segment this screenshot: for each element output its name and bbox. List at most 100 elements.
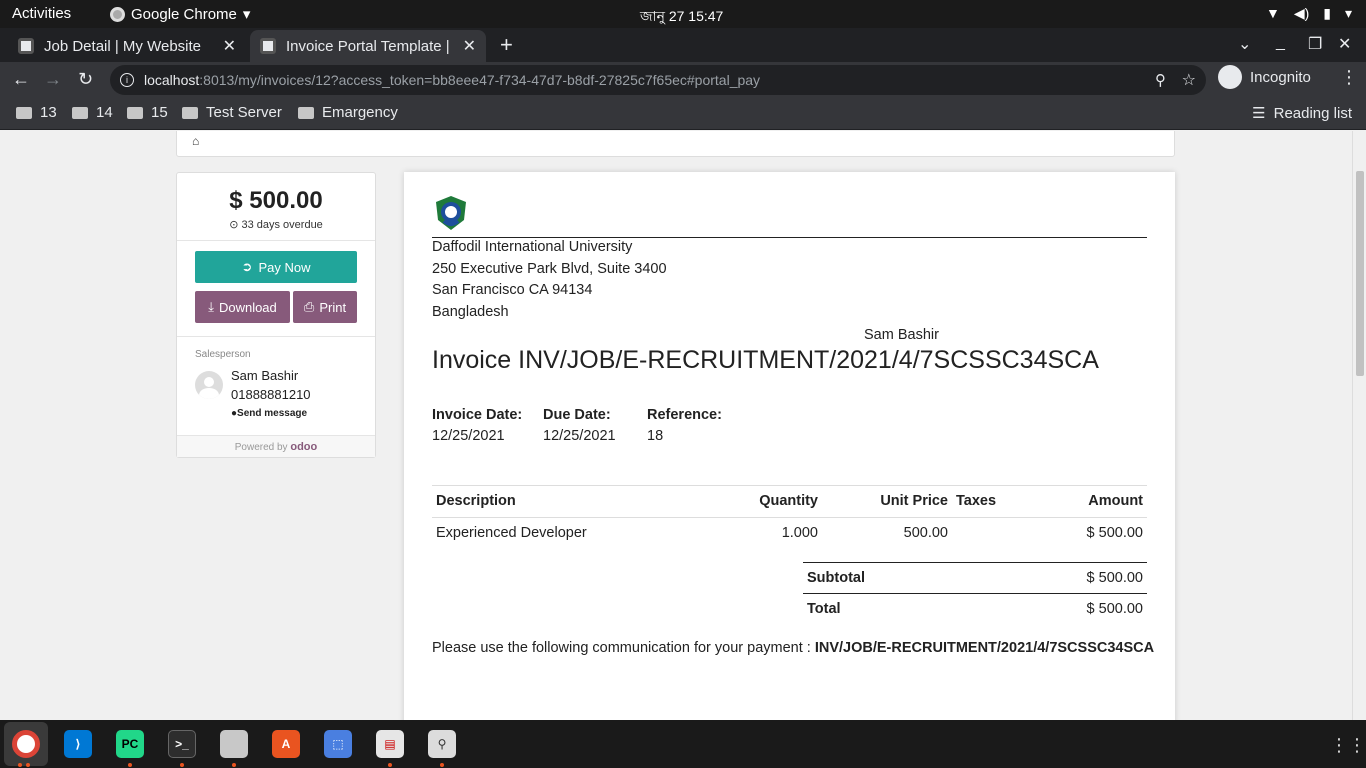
powered-by-footer: Powered by odoo <box>177 435 375 457</box>
customer-name: Sam Bashir <box>864 327 939 343</box>
bookmarks-bar: 13 14 15 Test Server Emargency ☰ Reading… <box>0 98 1366 130</box>
send-message-link[interactable]: ●Send message <box>231 408 307 419</box>
chrome-menu-icon[interactable]: ⋮ <box>1340 67 1358 88</box>
print-button[interactable]: ⎙ Print <box>293 291 357 323</box>
avatar <box>195 371 223 399</box>
taskbar-dock: ⟩ PC >_ A ⬚ ▤ ⚲ <box>0 720 1366 768</box>
activities-button[interactable]: Activities <box>12 5 71 22</box>
reading-list-button[interactable]: ☰ Reading list <box>1252 104 1352 123</box>
clock-icon: ⊙ <box>229 219 239 231</box>
invoice-sidebar: $ 500.00 ⊙ 33 days overdue ➲ Pay Now ⤓ D… <box>176 172 376 458</box>
odoo-logo[interactable]: odoo <box>290 441 317 453</box>
pycharm-icon[interactable]: PC <box>116 730 144 758</box>
address-bar[interactable]: i localhost :8013/my/invoices/12?access_… <box>110 65 1206 95</box>
bookmark-folder[interactable]: Test Server <box>182 104 282 121</box>
tab-invoice-portal[interactable]: Invoice Portal Template | ✕ <box>250 30 486 62</box>
salesperson-name: Sam Bashir <box>231 368 299 383</box>
column-header-taxes: Taxes <box>952 485 1032 518</box>
app-menu[interactable]: Google Chrome ▾ <box>110 5 250 23</box>
volume-icon: ◀) <box>1293 5 1310 21</box>
total-label: Total <box>803 593 978 625</box>
show-applications-icon[interactable]: ⋮⋮⋮ <box>1330 735 1366 756</box>
folder-icon <box>298 106 314 119</box>
tab-title: Invoice Portal Template | <box>286 37 450 55</box>
tab-strip: Job Detail | My Website ✕ Invoice Portal… <box>0 28 1366 62</box>
chrome-icon[interactable] <box>12 730 40 758</box>
reload-button[interactable]: ↻ <box>78 69 93 90</box>
reading-list-icon: ☰ <box>1252 105 1266 122</box>
image-viewer-icon[interactable]: ⚲ <box>428 730 456 758</box>
tab-job-detail[interactable]: Job Detail | My Website ✕ <box>8 30 246 62</box>
incognito-indicator[interactable]: Incognito <box>1218 65 1311 89</box>
forward-button[interactable]: → <box>44 69 62 90</box>
scrollbar-thumb[interactable] <box>1356 171 1364 376</box>
company-country: Bangladesh <box>432 304 509 320</box>
total-row: Total $ 500.00 <box>803 593 1147 625</box>
wifi-icon: ▼ <box>1265 5 1280 21</box>
tab-search-icon[interactable]: ⌄ <box>1238 34 1251 54</box>
bookmark-star-icon[interactable]: ☆ <box>1182 70 1196 90</box>
bookmark-folder[interactable]: Emargency <box>298 104 398 121</box>
pay-now-button[interactable]: ➲ Pay Now <box>195 251 357 283</box>
folder-icon <box>127 106 143 119</box>
bookmark-folder[interactable]: 14 <box>72 104 113 121</box>
site-info-icon[interactable]: i <box>120 73 134 87</box>
payment-communication: Please use the following communication f… <box>432 640 1155 656</box>
close-icon[interactable]: ✕ <box>463 36 476 56</box>
download-button[interactable]: ⤓ Download <box>195 291 290 323</box>
line-unit-price: 500.00 <box>903 524 948 541</box>
table-row: Experienced Developer 1.000 500.00 $ 500… <box>432 518 1147 548</box>
reference-label: Reference: <box>647 407 722 423</box>
bookmark-folder[interactable]: 15 <box>127 104 168 121</box>
folder-icon <box>182 106 198 119</box>
subtotal-label: Subtotal <box>803 562 978 594</box>
bookmark-folder[interactable]: 13 <box>16 104 57 121</box>
page-scrollbar[interactable] <box>1352 131 1366 720</box>
page-favicon-icon <box>18 38 34 54</box>
company-city: San Francisco CA 94134 <box>432 282 593 298</box>
terminal-icon[interactable]: >_ <box>168 730 196 758</box>
zoom-icon[interactable]: ⚲ <box>1155 71 1166 89</box>
company-street: 250 Executive Park Blvd, Suite 3400 <box>432 261 667 277</box>
home-icon[interactable]: ⌂ <box>192 134 199 148</box>
invoice-title: Invoice INV/JOB/E-RECRUITMENT/2021/4/7SC… <box>432 346 1099 374</box>
invoice-document: Daffodil International University 250 Ex… <box>404 172 1175 720</box>
close-icon[interactable]: ✕ <box>223 36 236 56</box>
new-tab-button[interactable]: + <box>500 32 513 58</box>
system-tray[interactable]: ▼ ◀) ▮ ▾ <box>1266 5 1352 22</box>
column-header-quantity: Quantity <box>742 485 822 518</box>
reference-value: 18 <box>647 428 664 444</box>
url-path: :8013/my/invoices/12?access_token=bb8eee… <box>199 72 761 88</box>
chevron-down-icon: ▾ <box>242 6 251 23</box>
amount-due: $ 500.00 <box>229 187 323 214</box>
subtotal-value: $ 500.00 <box>977 562 1147 594</box>
line-taxes <box>952 518 1032 548</box>
screenshot-icon[interactable]: ⬚ <box>324 730 352 758</box>
arrow-circle-icon: ➲ <box>241 259 253 274</box>
vscode-icon[interactable]: ⟩ <box>64 730 92 758</box>
app-name: Google Chrome <box>131 5 237 23</box>
invoice-date-label: Invoice Date: <box>432 407 523 423</box>
total-value: $ 500.00 <box>977 593 1147 625</box>
tab-title: Job Detail | My Website <box>44 37 202 55</box>
university-logo-icon <box>436 196 466 230</box>
incognito-icon <box>1218 65 1242 89</box>
table-header-row: Description Quantity Unit Price Taxes Am… <box>432 485 1147 518</box>
files-icon[interactable] <box>220 730 248 758</box>
close-window-button[interactable]: ✕ <box>1338 34 1351 54</box>
system-clock[interactable]: জানু 27 15:47 <box>640 5 723 29</box>
system-top-bar: Activities Google Chrome ▾ জানু 27 15:47… <box>0 0 1366 28</box>
folder-icon <box>72 106 88 119</box>
software-center-icon[interactable]: A <box>272 730 300 758</box>
document-viewer-icon[interactable]: ▤ <box>376 730 404 758</box>
subtotal-row: Subtotal $ 500.00 <box>803 562 1147 594</box>
company-name: Daffodil International University <box>432 239 633 255</box>
minimize-button[interactable]: _ <box>1276 34 1285 52</box>
maximize-button[interactable]: ❐ <box>1308 34 1322 54</box>
overdue-status: ⊙ 33 days overdue <box>229 219 323 231</box>
back-button[interactable]: ← <box>12 69 30 90</box>
salesperson-phone: 01888881210 <box>231 387 311 402</box>
invoice-lines-table: Description Quantity Unit Price Taxes Am… <box>432 485 1147 548</box>
payment-reference: INV/JOB/E-RECRUITMENT/2021/4/7SCSSC34SCA <box>814 640 1155 656</box>
folder-icon <box>16 106 32 119</box>
